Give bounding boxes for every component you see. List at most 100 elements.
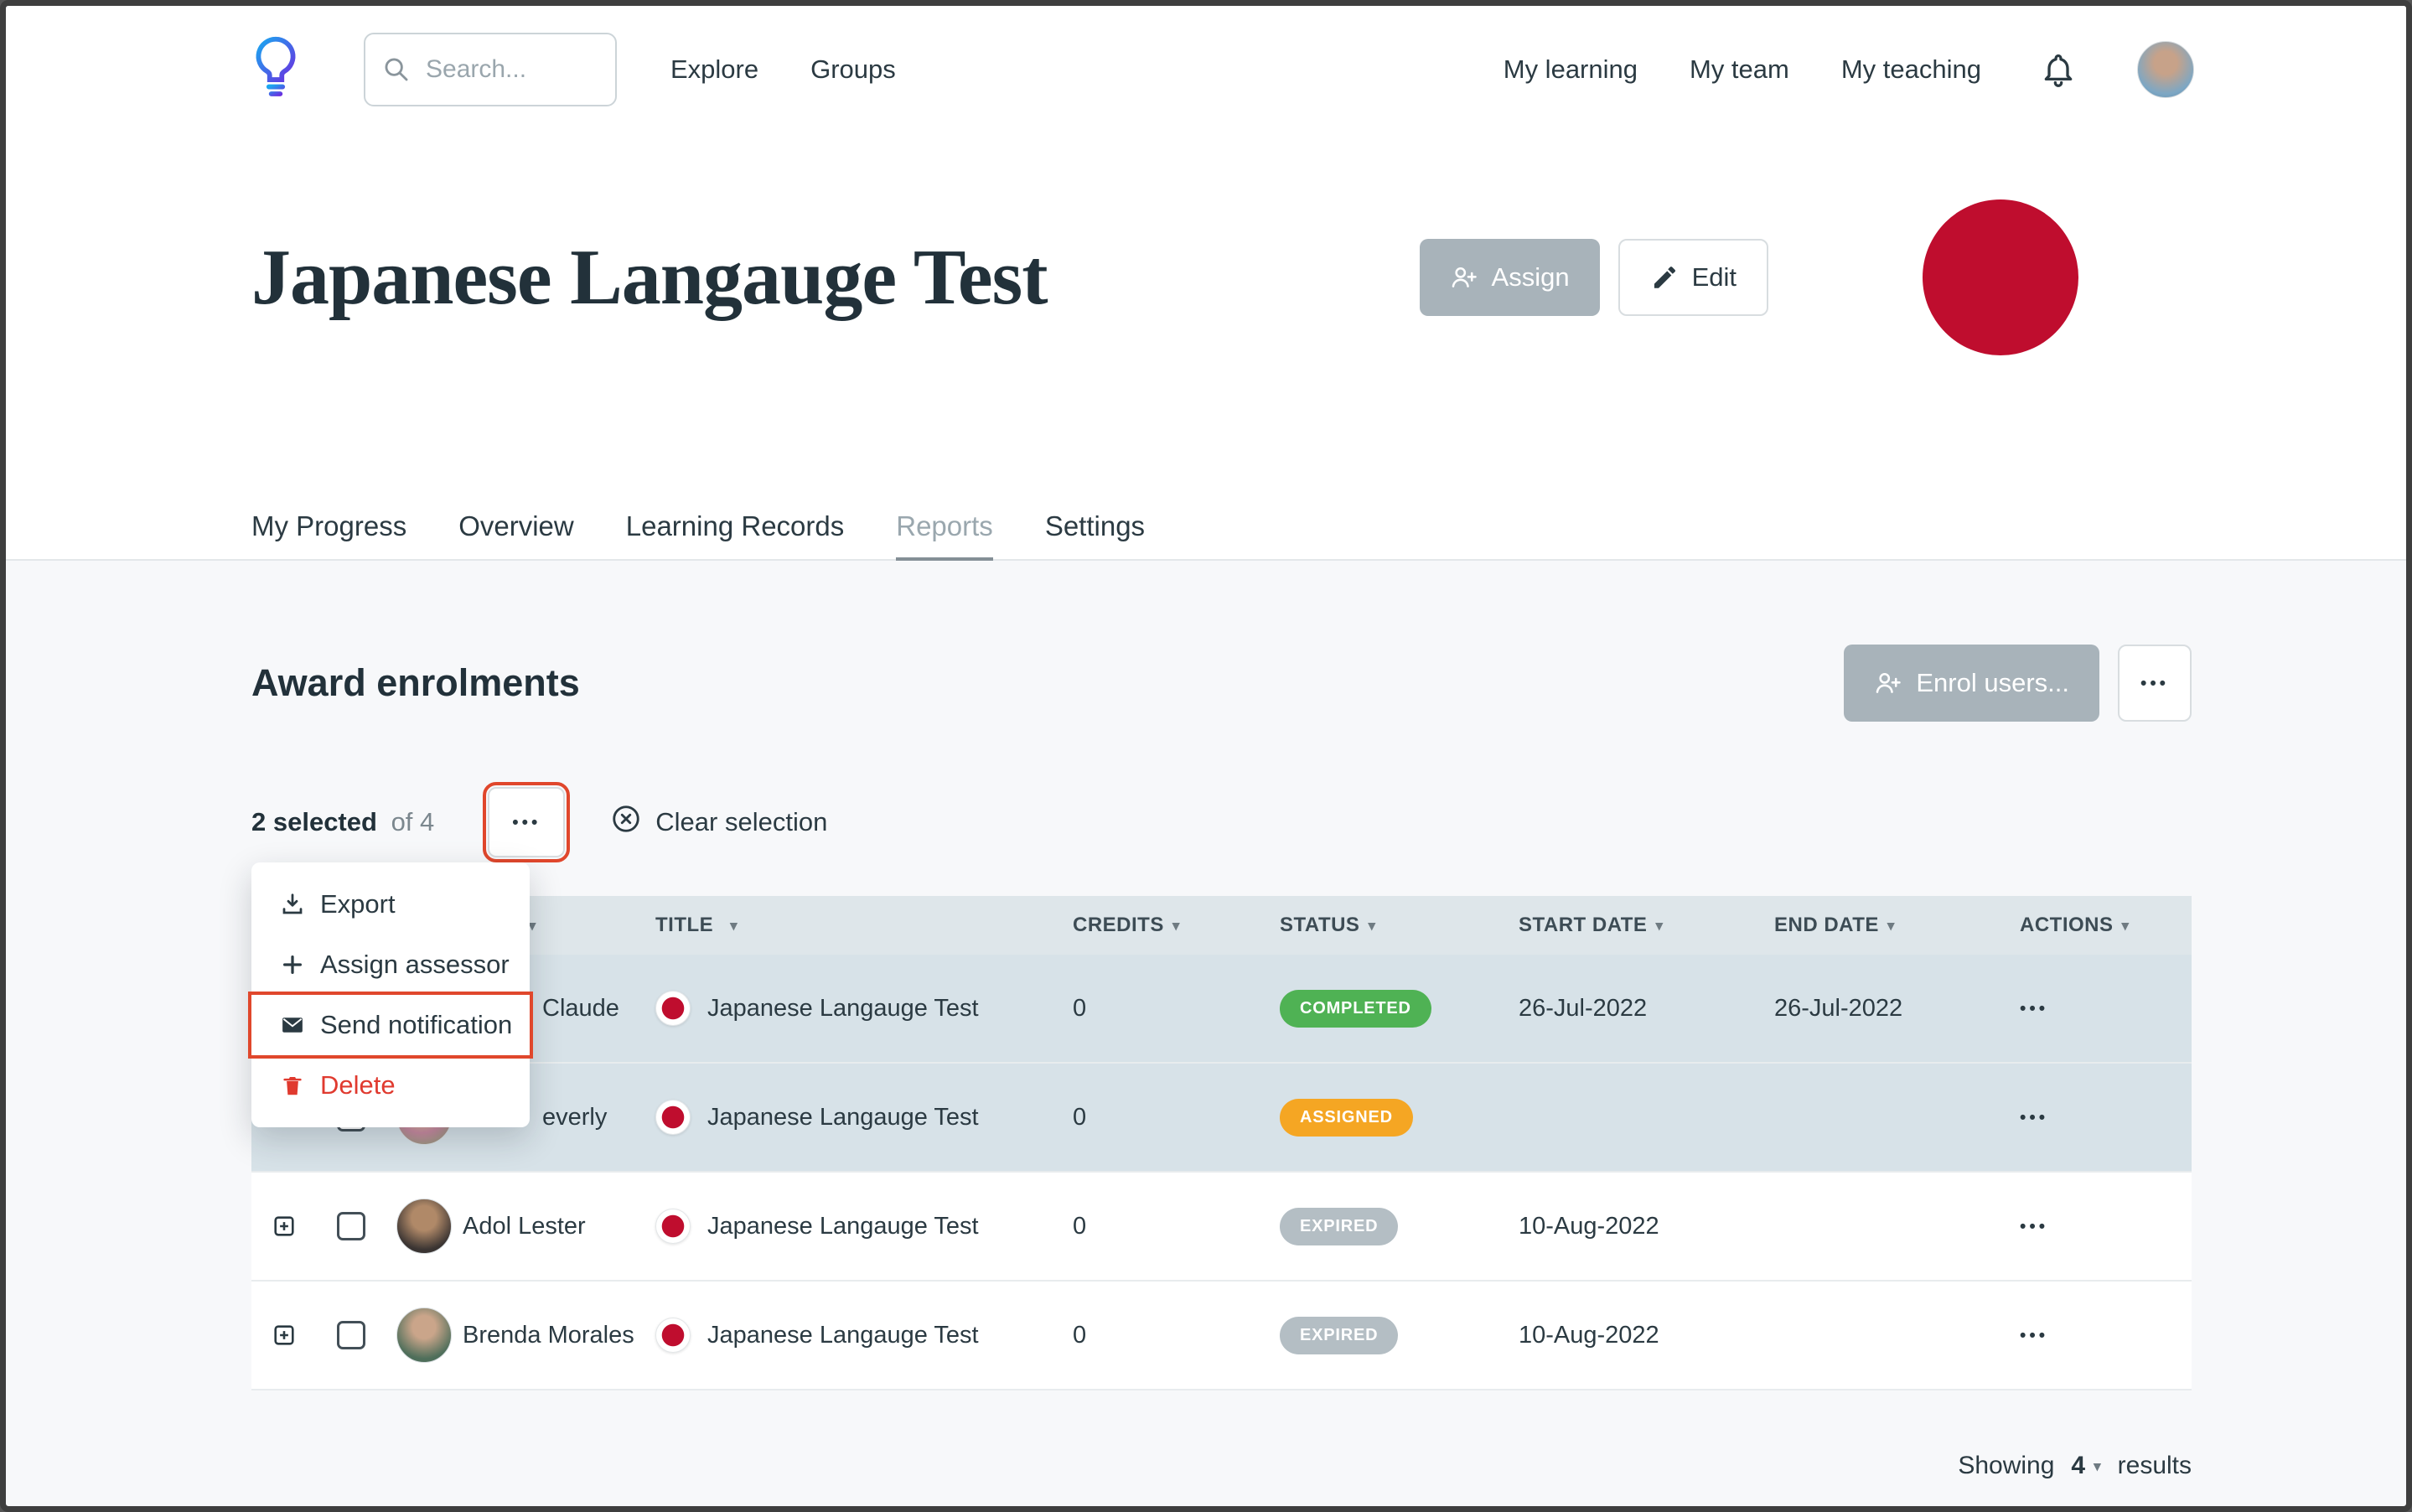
row-actions-button[interactable]: ••• — [2020, 1327, 2048, 1344]
credits-value: 0 — [1066, 995, 1280, 1023]
tab-my-progress[interactable]: My Progress — [251, 510, 406, 561]
clear-selection-button[interactable]: Clear selection — [605, 802, 832, 842]
user-avatar[interactable] — [2137, 41, 2194, 98]
column-header-credits[interactable]: CREDITS ▾ — [1066, 914, 1280, 937]
user-name[interactable]: Brenda Morales — [463, 1322, 655, 1349]
status-badge: ASSIGNED — [1280, 1099, 1413, 1137]
menu-item-delete[interactable]: Delete — [251, 1055, 530, 1116]
tab-reports[interactable]: Reports — [896, 510, 993, 561]
enrol-users-label: Enrol users... — [1916, 668, 2069, 698]
status-badge: COMPLETED — [1280, 990, 1431, 1028]
expand-icon[interactable] — [273, 1215, 295, 1237]
showing-label: Showing — [1958, 1452, 2054, 1480]
circle-x-icon — [610, 803, 642, 841]
enrol-users-button[interactable]: Enrol users... — [1844, 645, 2099, 722]
column-header-status-label: STATUS — [1280, 914, 1359, 937]
content-header: Award enrolments Enrol users... ••• — [251, 645, 2192, 722]
nav-link-groups[interactable]: Groups — [810, 54, 896, 85]
row-actions-button[interactable]: ••• — [2020, 1218, 2048, 1235]
start-date: 10-Aug-2022 — [1519, 1322, 1774, 1349]
award-title[interactable]: Japanese Langauge Test — [707, 1213, 979, 1240]
edit-button[interactable]: Edit — [1618, 239, 1768, 316]
table-row: Adol Lester Japanese Langauge Test 0 EXP… — [251, 1173, 2192, 1282]
menu-item-label: Delete — [320, 1070, 396, 1100]
download-icon — [280, 892, 305, 917]
bulk-actions-menu: Export Assign assessor Send notification… — [251, 862, 530, 1127]
menu-item-send-notification[interactable]: Send notification — [251, 995, 530, 1055]
japan-flag-icon — [655, 1100, 691, 1135]
award-title[interactable]: Japanese Langauge Test — [707, 995, 979, 1023]
caret-down-icon: ▾ — [2122, 919, 2130, 933]
app-window: Explore Groups My learning My team My te… — [0, 0, 2412, 1512]
trash-icon — [280, 1073, 305, 1098]
bell-icon[interactable] — [2040, 51, 2077, 88]
person-assign-icon — [1450, 263, 1478, 292]
ellipsis-icon: ••• — [2020, 1218, 2048, 1235]
page-title: Japanese Langauge Test — [251, 232, 1420, 323]
avatar — [396, 1199, 452, 1254]
nav-link-my-learning[interactable]: My learning — [1504, 54, 1638, 85]
assign-button[interactable]: Assign — [1420, 239, 1600, 316]
edit-button-label: Edit — [1692, 262, 1737, 293]
column-header-title[interactable]: TITLE ▾ — [655, 914, 1066, 937]
end-date: 26-Jul-2022 — [1774, 995, 1996, 1023]
selection-bar: 2 selected of 4 ••• Clear selection — [251, 782, 2192, 862]
column-header-start-date[interactable]: START DATE ▾ — [1519, 914, 1774, 937]
nav-link-my-team[interactable]: My team — [1690, 54, 1789, 85]
column-header-actions[interactable]: ACTIONS ▾ — [1996, 914, 2192, 937]
caret-down-icon: ▾ — [529, 919, 536, 933]
section-heading: Award enrolments — [251, 661, 580, 705]
column-header-end-date[interactable]: END DATE ▾ — [1774, 914, 1996, 937]
primary-nav: Explore Groups — [670, 54, 896, 85]
results-label: results — [2118, 1452, 2192, 1480]
avatar — [396, 1307, 452, 1363]
search-icon — [382, 55, 411, 84]
page-more-actions-button[interactable]: ••• — [2118, 645, 2192, 722]
header-actions: Enrol users... ••• — [1844, 645, 2192, 722]
row-checkbox[interactable] — [337, 1321, 365, 1349]
caret-down-icon: ▾ — [2094, 1459, 2101, 1473]
table-row: Brenda Morales Japanese Langauge Test 0 … — [251, 1282, 2192, 1390]
table-header-row: USER ▾ TITLE ▾ CREDITS ▾ STATUS ▾ START … — [251, 896, 2192, 955]
row-actions-button[interactable]: ••• — [2020, 1000, 2048, 1017]
tab-settings[interactable]: Settings — [1045, 510, 1145, 561]
column-header-status[interactable]: STATUS ▾ — [1280, 914, 1519, 937]
expand-icon[interactable] — [273, 1324, 295, 1346]
row-actions-button[interactable]: ••• — [2020, 1109, 2048, 1126]
column-header-actions-label: ACTIONS — [2020, 914, 2114, 937]
japan-flag-image — [1923, 199, 2078, 355]
search-box[interactable] — [364, 33, 617, 106]
clear-selection-label: Clear selection — [655, 807, 827, 837]
lightbulb-logo-icon[interactable] — [251, 31, 302, 108]
nav-link-explore[interactable]: Explore — [670, 54, 758, 85]
pencil-icon — [1650, 263, 1679, 292]
selection-count-bold: 2 selected — [251, 807, 377, 836]
results-count-select[interactable]: 4 ▾ — [2066, 1451, 2105, 1481]
status-badge: EXPIRED — [1280, 1317, 1398, 1354]
click-highlight-ring: ••• — [483, 782, 570, 862]
column-header-title-label: TITLE — [655, 914, 713, 937]
user-name[interactable]: Adol Lester — [463, 1213, 655, 1240]
top-navbar: Explore Groups My learning My team My te… — [6, 6, 2406, 133]
table-row: everly Japanese Langauge Test 0 ASSIGNED… — [251, 1064, 2192, 1173]
selection-count: 2 selected of 4 — [251, 807, 434, 837]
status-badge: EXPIRED — [1280, 1208, 1398, 1245]
person-plus-icon — [1874, 669, 1902, 697]
tab-overview[interactable]: Overview — [458, 510, 574, 561]
award-title[interactable]: Japanese Langauge Test — [707, 1104, 979, 1131]
nav-link-my-teaching[interactable]: My teaching — [1841, 54, 1981, 85]
plus-icon — [280, 952, 305, 977]
menu-item-assign-assessor[interactable]: Assign assessor — [251, 935, 530, 995]
bulk-actions-button[interactable]: ••• — [488, 787, 565, 857]
credits-value: 0 — [1066, 1322, 1280, 1349]
award-title[interactable]: Japanese Langauge Test — [707, 1322, 979, 1349]
start-date: 26-Jul-2022 — [1519, 995, 1774, 1023]
search-input[interactable] — [424, 54, 583, 85]
tab-learning-records[interactable]: Learning Records — [626, 510, 845, 561]
ellipsis-icon: ••• — [2140, 675, 2169, 692]
selection-count-total: of 4 — [391, 807, 435, 836]
menu-item-export[interactable]: Export — [251, 874, 530, 935]
row-checkbox[interactable] — [337, 1212, 365, 1240]
column-header-end-date-label: END DATE — [1774, 914, 1879, 937]
tab-bar: My Progress Overview Learning Records Re… — [6, 509, 2406, 561]
